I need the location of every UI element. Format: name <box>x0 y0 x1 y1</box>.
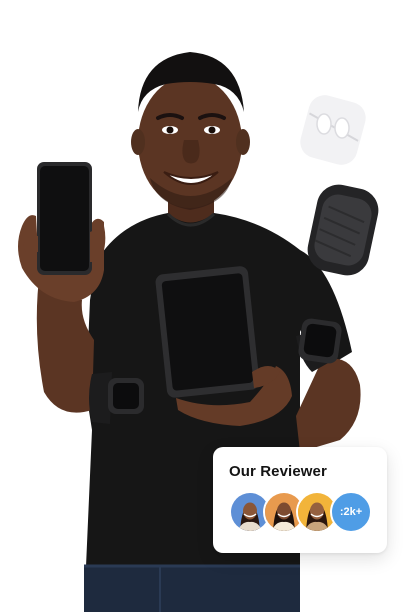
reviewer-count-badge: :2k+ <box>330 491 372 533</box>
reviewer-avatar-group: :2k+ <box>229 491 373 533</box>
smartphone-device <box>37 162 92 275</box>
bluetooth-speaker <box>307 184 379 276</box>
earbuds-case <box>300 95 366 165</box>
reviewer-card: Our Reviewer:2k+ <box>213 447 387 553</box>
reviewer-card-title: Our Reviewer <box>229 463 327 480</box>
hero-section: Our Reviewer:2k+ <box>0 0 408 612</box>
tablet-device <box>155 266 260 398</box>
